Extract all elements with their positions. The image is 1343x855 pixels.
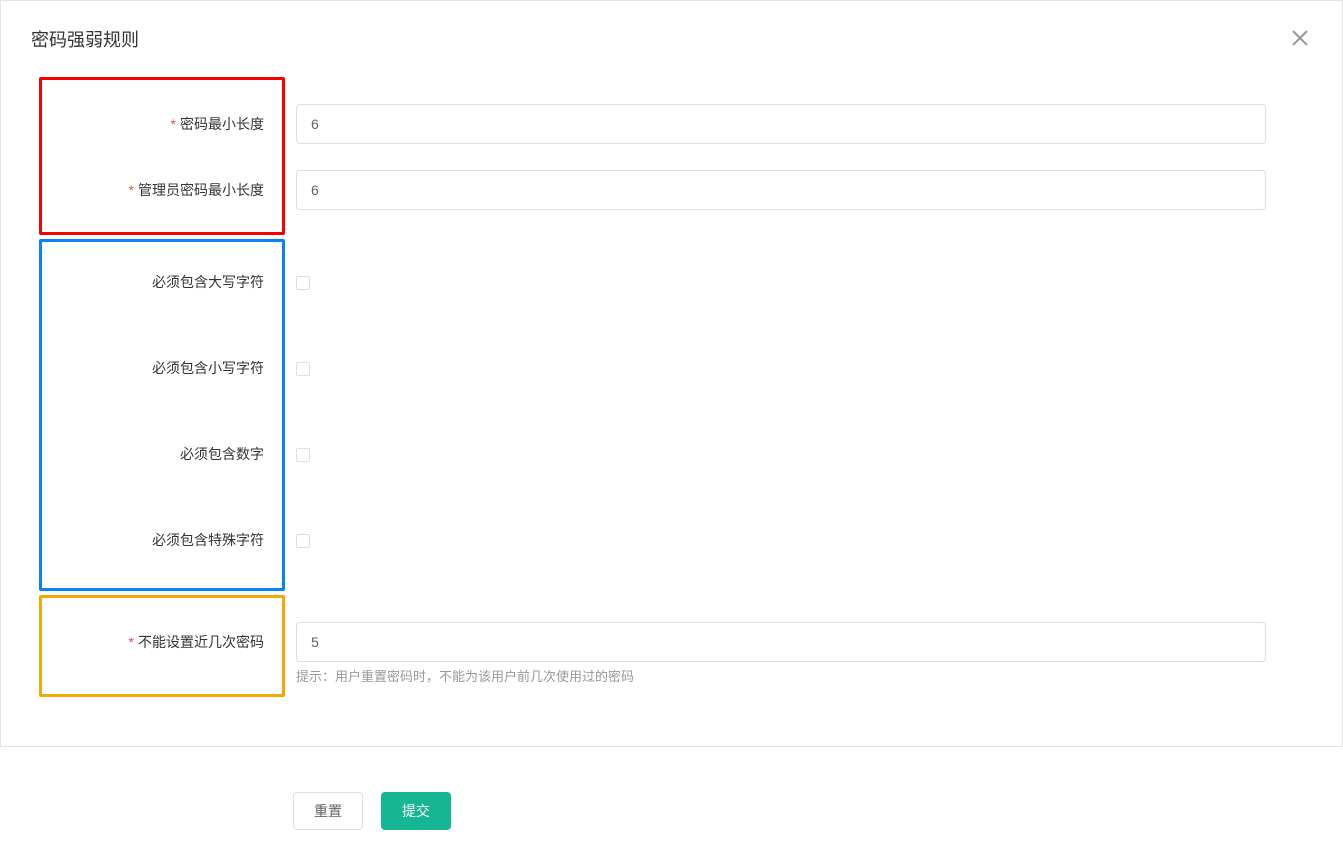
require-uppercase-checkbox[interactable] [296, 276, 310, 290]
required-marker-icon: * [129, 634, 134, 650]
history-count-hint: 提示：用户重置密码时，不能为该用户前几次使用过的密码 [296, 666, 634, 685]
admin-min-length-input[interactable] [296, 170, 1266, 210]
password-rules-form: *密码最小长度 *管理员密码最小长度 必须包含大写字符 [31, 77, 1312, 830]
require-lowercase-label: 必须包含小写字符 [42, 358, 282, 378]
close-icon[interactable] [1288, 26, 1312, 50]
required-marker-icon: * [129, 182, 134, 198]
submit-button[interactable]: 提交 [381, 792, 451, 830]
min-length-row: *密码最小长度 [42, 102, 282, 146]
form-actions: 重置 提交 [39, 792, 1312, 830]
require-uppercase-label: 必须包含大写字符 [42, 272, 282, 292]
admin-min-length-row: *管理员密码最小长度 [42, 168, 282, 212]
min-length-label-text: 密码最小长度 [180, 116, 264, 132]
history-count-label-text: 不能设置近几次密码 [138, 634, 264, 650]
require-uppercase-row: 必须包含大写字符 [42, 260, 282, 304]
require-special-row: 必须包含特殊字符 [42, 518, 282, 562]
character-rules-group: 必须包含大写字符 必须包含小写字符 必须包含数字 必须包含特殊字符 [39, 239, 285, 591]
require-lowercase-checkbox[interactable] [296, 362, 310, 376]
require-special-label: 必须包含特殊字符 [42, 530, 282, 550]
history-count-row: *不能设置近几次密码 提示：用户重置密码时，不能为该用户前几次使用过的密码 [42, 620, 282, 664]
reset-button[interactable]: 重置 [293, 792, 363, 830]
require-special-checkbox[interactable] [296, 534, 310, 548]
admin-min-length-label: *管理员密码最小长度 [42, 180, 282, 200]
admin-min-length-label-text: 管理员密码最小长度 [138, 182, 264, 198]
required-marker-icon: * [171, 116, 176, 132]
min-length-label: *密码最小长度 [42, 114, 282, 134]
require-lowercase-row: 必须包含小写字符 [42, 346, 282, 390]
history-count-label: *不能设置近几次密码 [42, 632, 282, 652]
require-digit-row: 必须包含数字 [42, 432, 282, 476]
length-rules-group: *密码最小长度 *管理员密码最小长度 [39, 77, 285, 235]
require-digit-label: 必须包含数字 [42, 444, 282, 464]
require-digit-checkbox[interactable] [296, 448, 310, 462]
history-rules-group: *不能设置近几次密码 提示：用户重置密码时，不能为该用户前几次使用过的密码 [39, 595, 285, 697]
history-count-input[interactable] [296, 622, 1266, 662]
min-length-input[interactable] [296, 104, 1266, 144]
dialog-title: 密码强弱规则 [31, 26, 1312, 52]
password-rules-dialog: 密码强弱规则 *密码最小长度 *管理员密码最小长度 [1, 1, 1342, 855]
